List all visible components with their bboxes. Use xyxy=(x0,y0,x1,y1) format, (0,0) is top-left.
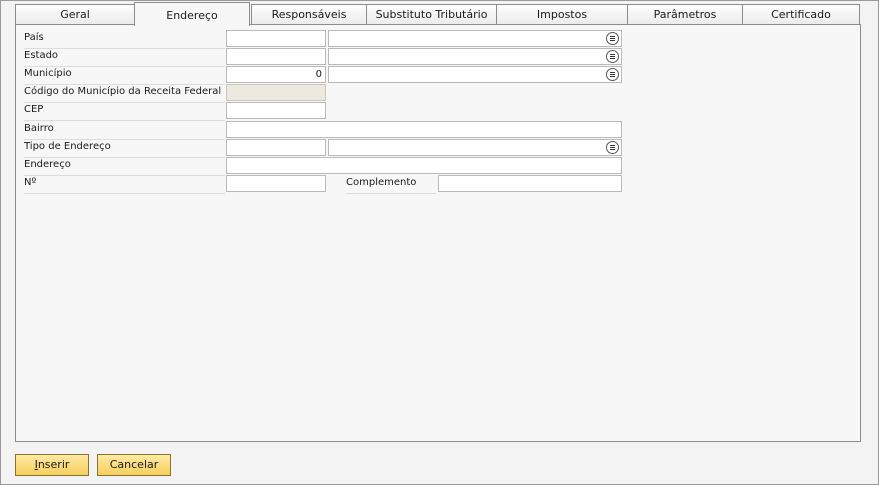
tipo-endereco-combo[interactable] xyxy=(328,139,622,156)
cep-field[interactable] xyxy=(226,102,326,119)
cancel-button[interactable]: Cancelar xyxy=(97,454,171,476)
municipio-name-combo[interactable] xyxy=(328,66,622,83)
pais-label: País xyxy=(24,31,225,49)
codigo-receita-field xyxy=(226,84,326,101)
tab-certificado[interactable]: Certificado xyxy=(742,4,860,24)
tab-substituto-tributario[interactable]: Substituto Tributário xyxy=(366,4,497,24)
endereco-label: Endereço xyxy=(24,158,225,176)
estado-code-field[interactable] xyxy=(226,48,326,65)
endereco-field[interactable] xyxy=(226,157,622,174)
pais-code-field[interactable] xyxy=(226,30,326,47)
tab-impostos[interactable]: Impostos xyxy=(496,4,628,24)
complemento-label: Complemento xyxy=(346,176,436,194)
tipo-endereco-code-field[interactable] xyxy=(226,139,326,156)
address-panel: País Estado Município 0 Código do Municí… xyxy=(15,24,861,442)
bairro-label: Bairro xyxy=(24,122,225,140)
bairro-field[interactable] xyxy=(226,121,622,138)
estado-label: Estado xyxy=(24,49,225,67)
municipio-code-field[interactable]: 0 xyxy=(226,66,326,83)
list-circle-icon[interactable] xyxy=(606,32,619,45)
tab-endereco[interactable]: Endereço xyxy=(134,2,250,26)
tab-responsaveis[interactable]: Responsáveis xyxy=(251,4,367,24)
list-circle-icon[interactable] xyxy=(606,68,619,81)
estado-name-combo[interactable] xyxy=(328,48,622,65)
pais-name-combo[interactable] xyxy=(328,30,622,47)
cep-label: CEP xyxy=(24,103,225,121)
list-circle-icon[interactable] xyxy=(606,141,619,154)
tipo-endereco-label: Tipo de Endereço xyxy=(24,140,225,158)
codigo-receita-label: Código do Município da Receita Federal xyxy=(24,85,225,103)
complemento-field[interactable] xyxy=(438,175,622,192)
tab-geral[interactable]: Geral xyxy=(15,4,135,24)
list-circle-icon[interactable] xyxy=(606,50,619,63)
tab-parametros[interactable]: Parâmetros xyxy=(627,4,743,24)
window-frame: Geral Endereço Responsáveis Substituto T… xyxy=(0,0,879,485)
numero-label: Nº xyxy=(24,176,225,194)
numero-field[interactable] xyxy=(226,175,326,192)
insert-button[interactable]: Inserir xyxy=(15,454,89,476)
municipio-label: Município xyxy=(24,67,225,85)
